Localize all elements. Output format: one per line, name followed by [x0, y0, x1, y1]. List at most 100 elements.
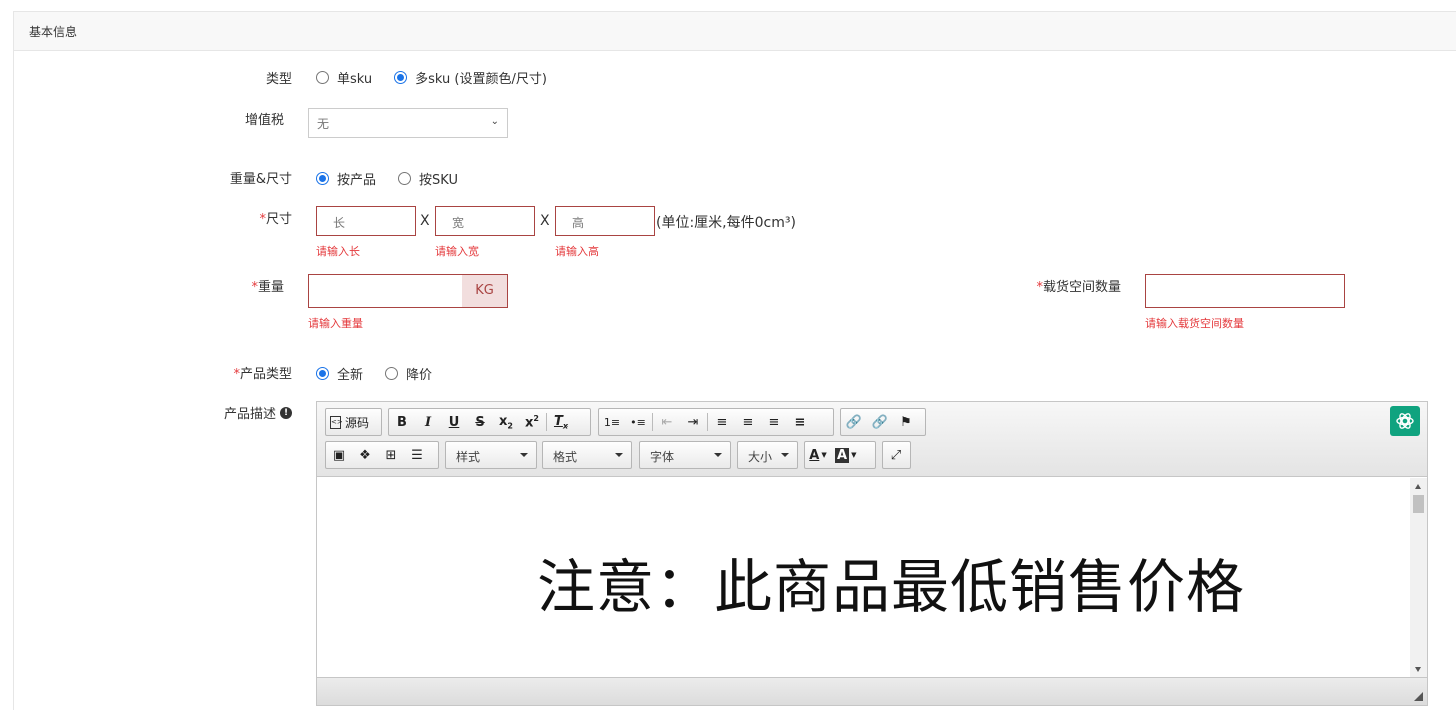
strikethrough-button[interactable]: S [467, 409, 493, 435]
superscript-icon: x2 [525, 413, 539, 431]
style-combo[interactable]: 样式 [445, 441, 537, 469]
product-type-option-new[interactable]: 全新 [316, 364, 363, 383]
type-option-single-sku[interactable]: 单sku [316, 68, 372, 87]
insert-group: ▣ ❖ ⊞ ☰ [325, 441, 439, 469]
link-group: 🔗 🔗 ⚑ [840, 408, 926, 436]
product-type-radio-group: 全新 降价 [316, 364, 454, 383]
editor-content-text: 注意：此商品最低销售价格 [537, 553, 1246, 621]
font-combo[interactable]: 字体 [639, 441, 731, 469]
chevron-down-icon [520, 453, 528, 457]
chevron-down-icon [615, 453, 623, 457]
description-label: 产品描述 [223, 407, 276, 422]
background-color-icon: A [835, 447, 850, 463]
link-button[interactable]: 🔗 [841, 409, 867, 435]
underline-button[interactable]: U [441, 409, 467, 435]
flash-icon: ❖ [359, 447, 371, 463]
chevron-down-icon [781, 453, 789, 457]
italic-button[interactable]: I [415, 409, 441, 435]
vat-label: 增值税 [244, 113, 284, 128]
numbered-list-icon: 1≡ [603, 415, 621, 429]
text-color-button[interactable]: A ▼ [805, 442, 831, 468]
source-icon: <> [330, 415, 343, 429]
bulleted-list-icon: •≡ [630, 415, 646, 429]
maximize-button[interactable]: ⤢ [883, 442, 909, 468]
weight-size-radio-sku[interactable] [398, 172, 412, 185]
scroll-up-icon[interactable] [1415, 484, 1421, 489]
maximize-icon: ⤢ [890, 447, 902, 463]
source-button[interactable]: <> 源码 [326, 409, 373, 435]
info-icon[interactable]: ! [280, 406, 292, 419]
subscript-button[interactable]: x2 [493, 409, 519, 435]
length-input[interactable]: 长 [316, 206, 416, 236]
align-center-button[interactable]: ≡ [735, 409, 761, 435]
justify-button[interactable]: ≡ [787, 409, 813, 435]
type-radio-multi[interactable] [394, 71, 408, 84]
flash-button[interactable]: ❖ [352, 442, 378, 468]
numbered-list-button[interactable]: 1≡ [599, 409, 625, 435]
scroll-down-icon[interactable] [1415, 667, 1421, 672]
type-label: 类型 [265, 72, 292, 87]
weight-size-option-sku[interactable]: 按SKU [398, 169, 458, 188]
image-button[interactable]: ▣ [326, 442, 352, 468]
type-option-multi-sku[interactable]: 多sku (设置颜色/尺寸) [394, 68, 547, 87]
color-group: A ▼ A ▼ [804, 441, 876, 469]
chatgpt-icon[interactable] [1390, 406, 1420, 436]
editor-footer [317, 677, 1427, 705]
indent-button[interactable]: ⇥ [680, 409, 706, 435]
description-label-wrap: 产品描述 ! [156, 403, 292, 422]
subscript-icon: x2 [499, 413, 513, 431]
length-error: 请输入长 [316, 245, 360, 258]
editor-content[interactable]: 注意：此商品最低销售价格 [317, 478, 1411, 678]
underline-icon: U [448, 414, 460, 430]
cargo-space-input[interactable] [1145, 274, 1345, 308]
bold-button[interactable]: B [389, 409, 415, 435]
align-center-icon: ≡ [742, 414, 754, 430]
align-right-icon: ≡ [768, 414, 780, 430]
vat-select[interactable]: 无 ⌄ [308, 108, 508, 138]
resize-handle-icon[interactable] [1414, 692, 1423, 701]
image-icon: ▣ [332, 447, 346, 463]
height-error: 请输入高 [555, 245, 599, 258]
vat-select-value: 无 [317, 117, 330, 131]
width-error: 请输入宽 [435, 245, 479, 258]
product-type-radio-new[interactable] [316, 367, 329, 380]
toolbar-separator [546, 413, 547, 431]
remove-format-button[interactable]: Tx [548, 409, 574, 435]
type-radio-single[interactable] [316, 71, 329, 84]
align-right-button[interactable]: ≡ [761, 409, 787, 435]
horizontal-rule-icon: ☰ [411, 447, 423, 463]
anchor-button[interactable]: ⚑ [893, 409, 919, 435]
editor-scrollbar[interactable] [1410, 478, 1427, 678]
basic-style-group: B I U S x2 x2 Tx [388, 408, 591, 436]
unlink-icon: 🔗 [871, 414, 889, 430]
height-input[interactable]: 高 [555, 206, 655, 236]
scroll-thumb[interactable] [1413, 495, 1424, 513]
superscript-button[interactable]: x2 [519, 409, 545, 435]
size-separator-2: X [540, 213, 550, 229]
chevron-down-icon: ⌄ [490, 116, 499, 127]
width-input[interactable]: 宽 [435, 206, 535, 236]
product-type-radio-markdown[interactable] [385, 367, 399, 380]
table-button[interactable]: ⊞ [378, 442, 404, 468]
format-combo[interactable]: 格式 [542, 441, 632, 469]
panel-header: 基本信息 [14, 12, 1456, 51]
toolbar-separator [652, 413, 653, 431]
strikethrough-icon: S [475, 414, 485, 430]
horizontal-rule-button[interactable]: ☰ [404, 442, 430, 468]
remove-format-icon: Tx [553, 413, 569, 431]
weight-size-radio-product[interactable] [316, 172, 329, 185]
product-type-option-markdown[interactable]: 降价 [385, 364, 432, 383]
rich-text-editor: <> 源码 B I U S x2 x2 Tx 1≡ •≡ ⇤ ⇥ ≡ ≡ ≡ ≡ [316, 401, 1428, 706]
size-combo[interactable]: 大小 [737, 441, 798, 469]
align-left-button[interactable]: ≡ [709, 409, 735, 435]
outdent-button[interactable]: ⇤ [654, 409, 680, 435]
background-color-button[interactable]: A ▼ [831, 442, 860, 468]
toolbar-separator [707, 413, 708, 431]
size-unit-note: (单位:厘米,每件0cm³) [656, 215, 796, 231]
weight-error: 请输入重量 [308, 317, 363, 330]
unlink-button[interactable]: 🔗 [867, 409, 893, 435]
type-radio-group: 单sku 多sku (设置颜色/尺寸) [316, 68, 569, 87]
weight-size-option-product[interactable]: 按产品 [316, 169, 376, 188]
weight-input[interactable] [308, 274, 463, 308]
bulleted-list-button[interactable]: •≡ [625, 409, 651, 435]
